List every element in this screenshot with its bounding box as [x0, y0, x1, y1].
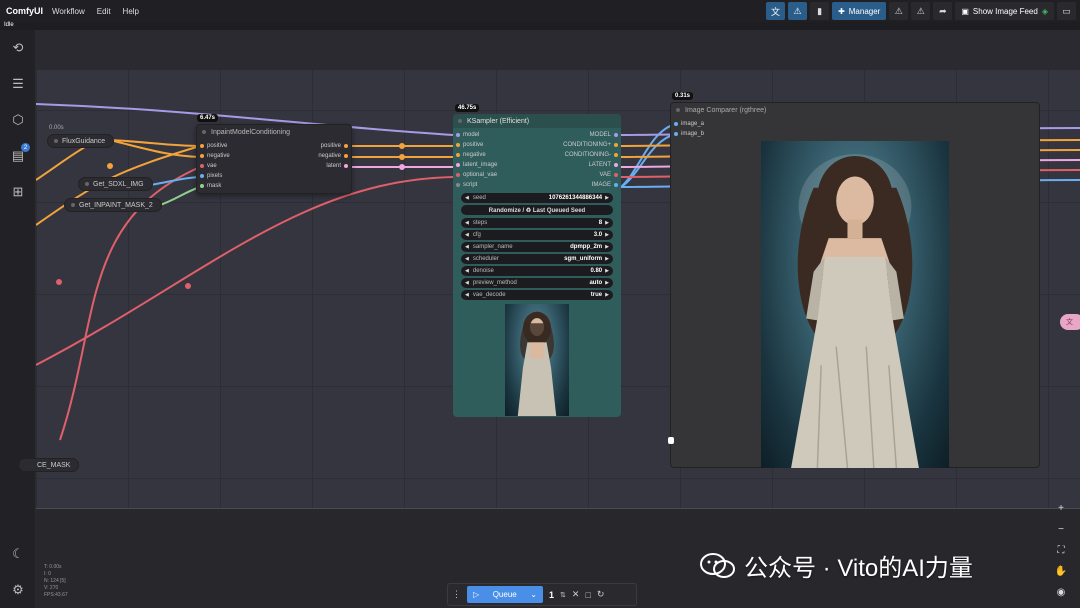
history-icon[interactable]: ⟲ — [8, 38, 28, 58]
left-sidebar: ⟲ ☰ ⬡ ▤ 2 ⊞ ☾ ⚙ — [0, 30, 36, 608]
inpaint-input-pixels[interactable]: pixels — [200, 173, 222, 179]
widget-seed[interactable]: ◀ seed 1076261344886344 ▶ — [461, 193, 613, 203]
node-flux-guidance[interactable]: FluxGuidance — [47, 134, 115, 148]
node-mask-partial[interactable]: CE_MASK — [18, 458, 80, 472]
watermark-text: 公众号 · Vito的AI力量 — [744, 555, 973, 582]
ksampler-output-conditioning-neg[interactable]: CONDITIONING- — [565, 152, 618, 158]
stat-nodes: N: 124 [5] — [44, 578, 66, 584]
inpaint-output-latent[interactable]: latent — [326, 163, 348, 169]
mouse-cursor-icon — [668, 437, 674, 444]
stat-iterations: I: 0 — [44, 571, 51, 577]
widget-preview-method[interactable]: ◀ preview_method auto ▶ — [461, 278, 613, 288]
ksampler-input-latent-image[interactable]: latent_image — [456, 162, 497, 168]
cancel-icon[interactable]: ✕ — [572, 589, 580, 600]
inpaint-input-positive[interactable]: positive — [200, 143, 227, 149]
ksampler-input-optional-vae[interactable]: optional_vae — [456, 172, 497, 178]
widget-vae-decode[interactable]: ◀ vae_decode true ▶ — [461, 290, 613, 300]
play-icon: ▷ — [473, 590, 480, 599]
ksampler-output-image[interactable]: IMAGE — [592, 182, 618, 188]
node-get-inpaint-mask[interactable]: Get_INPAINT_MASK_2 — [64, 198, 162, 212]
comparer-title: Image Comparer (rgthree) — [671, 103, 1039, 117]
node-get-sdxl-img[interactable]: Get_SDXL_IMG — [78, 177, 153, 191]
queue-label: Queue — [492, 590, 517, 599]
settings-icon[interactable]: ⚙ — [8, 580, 28, 600]
flux-guidance-time: 0.00s — [49, 125, 64, 131]
comparer-output-image[interactable] — [761, 141, 949, 468]
chevron-down-icon[interactable]: ⌄ — [530, 590, 537, 599]
refresh-icon[interactable]: ↻ — [597, 589, 605, 600]
queue-count[interactable]: 1 — [549, 590, 554, 600]
ksampler-output-vae[interactable]: VAE — [599, 172, 618, 178]
comparer-time-badge: 0.31s — [672, 92, 694, 100]
queue-button[interactable]: ▷ Queue ⌄ — [467, 586, 543, 603]
node-inpaint-model-conditioning[interactable]: InpaintModelConditioning positive negati… — [196, 124, 352, 194]
wechat-logo-icon — [700, 552, 736, 580]
render-stats: T: 0.00s I: 0 N: 124 [5] V: 270 FPS:43.6… — [44, 564, 68, 599]
flux-guidance-title: FluxGuidance — [62, 137, 106, 145]
inpaint-input-vae[interactable]: vae — [200, 163, 217, 169]
inpaint-output-negative[interactable]: negative — [318, 153, 348, 159]
stat-time: T: 0.00s — [44, 564, 62, 570]
inpaint-input-negative[interactable]: negative — [200, 153, 230, 159]
drag-handle-icon[interactable]: ⋮ — [452, 589, 461, 600]
comparer-input-image-a[interactable]: image_a — [674, 121, 704, 127]
node-image-comparer[interactable]: Image Comparer (rgthree) image_a image_b — [670, 102, 1040, 468]
widget-cfg[interactable]: ◀ cfg 3.0 ▶ — [461, 230, 613, 240]
fit-view-icon[interactable]: ⛶ — [1052, 542, 1070, 559]
ksampler-input-negative[interactable]: negative — [456, 152, 486, 158]
ksampler-output-latent[interactable]: LATENT — [588, 162, 618, 168]
inpaint-time-badge: 6.47s — [197, 114, 219, 122]
ksampler-output-conditioning-pos[interactable]: CONDITIONING+ — [563, 142, 618, 148]
ksampler-time-badge: 46.75s — [455, 104, 480, 112]
ksampler-input-model[interactable]: model — [456, 132, 479, 138]
stop-icon[interactable]: □ — [585, 590, 590, 600]
theme-toggle-icon[interactable]: ☾ — [8, 544, 28, 564]
stat-vertices: V: 270 — [44, 585, 59, 591]
randomize-seed-button[interactable]: Randomize / ♻ Last Queued Seed — [461, 205, 613, 215]
ksampler-output-model[interactable]: MODEL — [590, 132, 618, 138]
ksampler-preview-image — [505, 304, 569, 416]
comparer-input-image-b[interactable]: image_b — [674, 131, 704, 137]
get-sdxl-title: Get_SDXL_IMG — [93, 180, 144, 188]
stepper-icon[interactable]: ⇅ — [560, 591, 566, 599]
visibility-icon[interactable]: ◉ — [1052, 584, 1070, 601]
zoom-in-icon[interactable]: + — [1052, 500, 1070, 517]
node-library-icon[interactable]: ⬡ — [8, 110, 28, 130]
queue-list-icon[interactable]: ☰ — [8, 74, 28, 94]
get-mask-title: Get_INPAINT_MASK_2 — [79, 201, 153, 209]
queue-bar: ⋮ ▷ Queue ⌄ 1 ⇅ ✕ □ ↻ — [447, 583, 637, 606]
widget-scheduler[interactable]: ◀ scheduler sgm_uniform ▶ — [461, 254, 613, 264]
node-ksampler-efficient[interactable]: KSampler (Efficient) model positive nega… — [453, 114, 621, 417]
queue-badge: 2 — [21, 143, 30, 152]
widget-sampler-name[interactable]: ◀ sampler_name dpmpp_2m ▶ — [461, 242, 613, 252]
stat-fps: FPS:43.67 — [44, 592, 68, 598]
ksampler-title: KSampler (Efficient) — [453, 114, 621, 128]
inpaint-output-positive[interactable]: positive — [321, 143, 348, 149]
pan-hand-icon[interactable]: ✋ — [1052, 563, 1070, 580]
ksampler-input-positive[interactable]: positive — [456, 142, 483, 148]
ksampler-input-script[interactable]: script — [456, 182, 477, 188]
translate-float-icon[interactable]: 文 — [1060, 314, 1080, 330]
watermark: 公众号 · Vito的AI力量 — [700, 548, 973, 583]
widget-steps[interactable]: ◀ steps 8 ▶ — [461, 218, 613, 228]
zoom-out-icon[interactable]: − — [1052, 521, 1070, 538]
widget-denoise[interactable]: ◀ denoise 0.80 ▶ — [461, 266, 613, 276]
folder-icon[interactable]: ▤ 2 — [8, 143, 30, 166]
inpaint-title: InpaintModelConditioning — [197, 125, 351, 139]
inpaint-input-mask[interactable]: mask — [200, 183, 221, 189]
workflow-tree-icon[interactable]: ⊞ — [8, 182, 28, 202]
canvas-zoom-controls: + − ⛶ ✋ ◉ — [1050, 500, 1072, 604]
